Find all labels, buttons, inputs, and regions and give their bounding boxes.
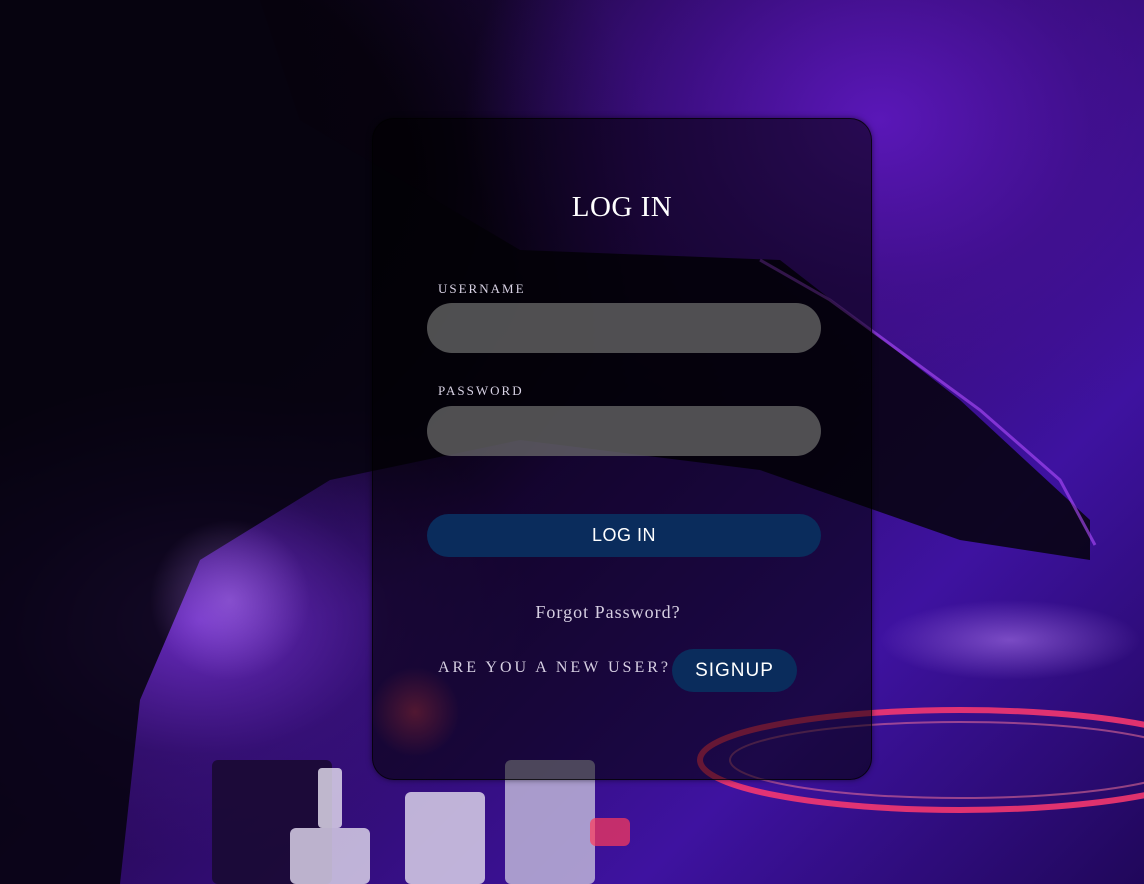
password-input[interactable] [427,406,821,456]
new-user-prompt: ARE YOU A NEW USER? [438,659,671,676]
forgot-password-link[interactable]: Forgot Password? [373,602,843,623]
login-button[interactable]: LOG IN [427,514,821,557]
password-label: PASSWORD [438,383,524,398]
signup-button[interactable]: SIGNUP [672,649,797,692]
username-input[interactable] [427,303,821,353]
login-card: LOG IN USERNAME PASSWORD LOG IN Forgot P… [372,118,872,780]
page-title: LOG IN [571,191,673,223]
username-label: USERNAME [438,281,526,296]
